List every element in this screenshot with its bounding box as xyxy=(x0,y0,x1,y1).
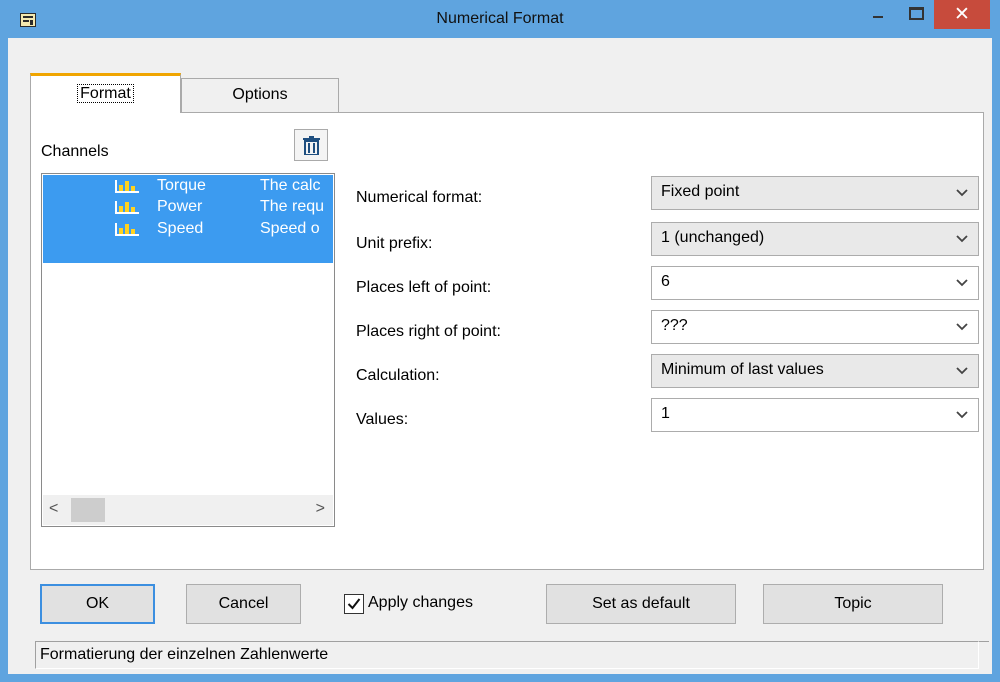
chevron-down-icon xyxy=(956,235,968,243)
chevron-down-icon xyxy=(956,367,968,375)
close-button[interactable]: ✕ xyxy=(934,0,990,29)
tab-format-label: Format xyxy=(77,84,134,103)
status-bar: Formatierung der einzelnen Zahlenwerte xyxy=(35,641,979,669)
channel-name: Torque xyxy=(157,177,206,194)
unit-prefix-value: 1 (unchanged) xyxy=(661,229,765,246)
channel-list[interactable]: Torque The calc Power The requ Speed Spe… xyxy=(41,173,335,527)
maximize-button[interactable] xyxy=(900,0,930,28)
apply-changes-label[interactable]: Apply changes xyxy=(368,594,473,612)
numerical-format-label: Numerical format: xyxy=(356,189,483,206)
scroll-right-icon[interactable]: > xyxy=(316,500,325,518)
numerical-format-dropdown[interactable]: Fixed point xyxy=(651,176,979,210)
bar-chart-icon xyxy=(115,223,139,236)
tab-format[interactable]: Format xyxy=(30,73,181,113)
channel-description: The calc xyxy=(260,177,321,194)
scroll-left-icon[interactable]: < xyxy=(49,500,58,518)
values-value: 1 xyxy=(661,405,670,422)
channels-label: Channels xyxy=(41,143,109,160)
calculation-label: Calculation: xyxy=(356,367,440,384)
ok-button-label: OK xyxy=(85,595,110,612)
channel-item-torque[interactable]: Torque The calc xyxy=(43,176,333,198)
places-left-value: 6 xyxy=(661,273,670,290)
channel-name: Speed xyxy=(157,220,204,237)
set-as-default-label: Set as default xyxy=(592,595,690,612)
delete-channel-button[interactable] xyxy=(294,129,328,161)
places-right-combobox[interactable]: ??? xyxy=(651,310,979,344)
format-panel: Channels Torque The calc Power The requ … xyxy=(30,112,984,570)
scroll-thumb[interactable] xyxy=(71,498,105,522)
places-left-label: Places left of point: xyxy=(356,279,492,296)
chevron-down-icon xyxy=(956,279,968,287)
set-as-default-button[interactable]: Set as default xyxy=(546,584,736,624)
numerical-format-value: Fixed point xyxy=(661,183,740,200)
bar-chart-icon xyxy=(115,180,139,193)
title-bar[interactable]: Numerical Format ✕ xyxy=(0,0,1000,38)
topic-button-label: Topic xyxy=(834,595,872,612)
channel-description: The requ xyxy=(260,198,325,215)
tab-options-label: Options xyxy=(232,86,288,103)
cancel-button[interactable]: Cancel xyxy=(186,584,301,624)
trash-icon xyxy=(303,136,320,155)
chevron-down-icon xyxy=(956,189,968,197)
chevron-down-icon xyxy=(956,323,968,331)
checkmark-icon xyxy=(347,598,361,610)
channel-item-speed[interactable]: Speed Speed o xyxy=(43,219,333,241)
calculation-dropdown[interactable]: Minimum of last values xyxy=(651,354,979,388)
status-bar-end xyxy=(979,641,989,669)
topic-button[interactable]: Topic xyxy=(763,584,943,624)
unit-prefix-label: Unit prefix: xyxy=(356,235,433,252)
minimize-button[interactable] xyxy=(865,0,891,28)
channel-selection: Torque The calc Power The requ Speed Spe… xyxy=(43,175,333,263)
chevron-down-icon xyxy=(956,411,968,419)
channel-item-power[interactable]: Power The requ xyxy=(43,197,333,219)
places-left-combobox[interactable]: 6 xyxy=(651,266,979,300)
calculation-value: Minimum of last values xyxy=(661,361,824,378)
channel-description: Speed o xyxy=(260,220,320,237)
dialog-window: Numerical Format ✕ Format Options Channe… xyxy=(0,0,1000,682)
places-right-value: ??? xyxy=(661,317,688,334)
window-title: Numerical Format xyxy=(436,10,564,27)
ok-button[interactable]: OK xyxy=(40,584,155,624)
bar-chart-icon xyxy=(115,201,139,214)
close-icon: ✕ xyxy=(954,3,970,25)
cancel-button-label: Cancel xyxy=(218,595,269,612)
apply-changes-checkbox[interactable] xyxy=(344,594,364,614)
values-combobox[interactable]: 1 xyxy=(651,398,979,432)
tab-options[interactable]: Options xyxy=(181,78,339,113)
values-label: Values: xyxy=(356,411,409,428)
channel-name: Power xyxy=(157,198,203,215)
status-text: Formatierung der einzelnen Zahlenwerte xyxy=(40,646,329,663)
dialog-client-area: Format Options Channels Torque The calc … xyxy=(8,38,992,674)
horizontal-scrollbar[interactable]: < > xyxy=(43,495,333,525)
places-right-label: Places right of point: xyxy=(356,323,501,340)
unit-prefix-dropdown[interactable]: 1 (unchanged) xyxy=(651,222,979,256)
